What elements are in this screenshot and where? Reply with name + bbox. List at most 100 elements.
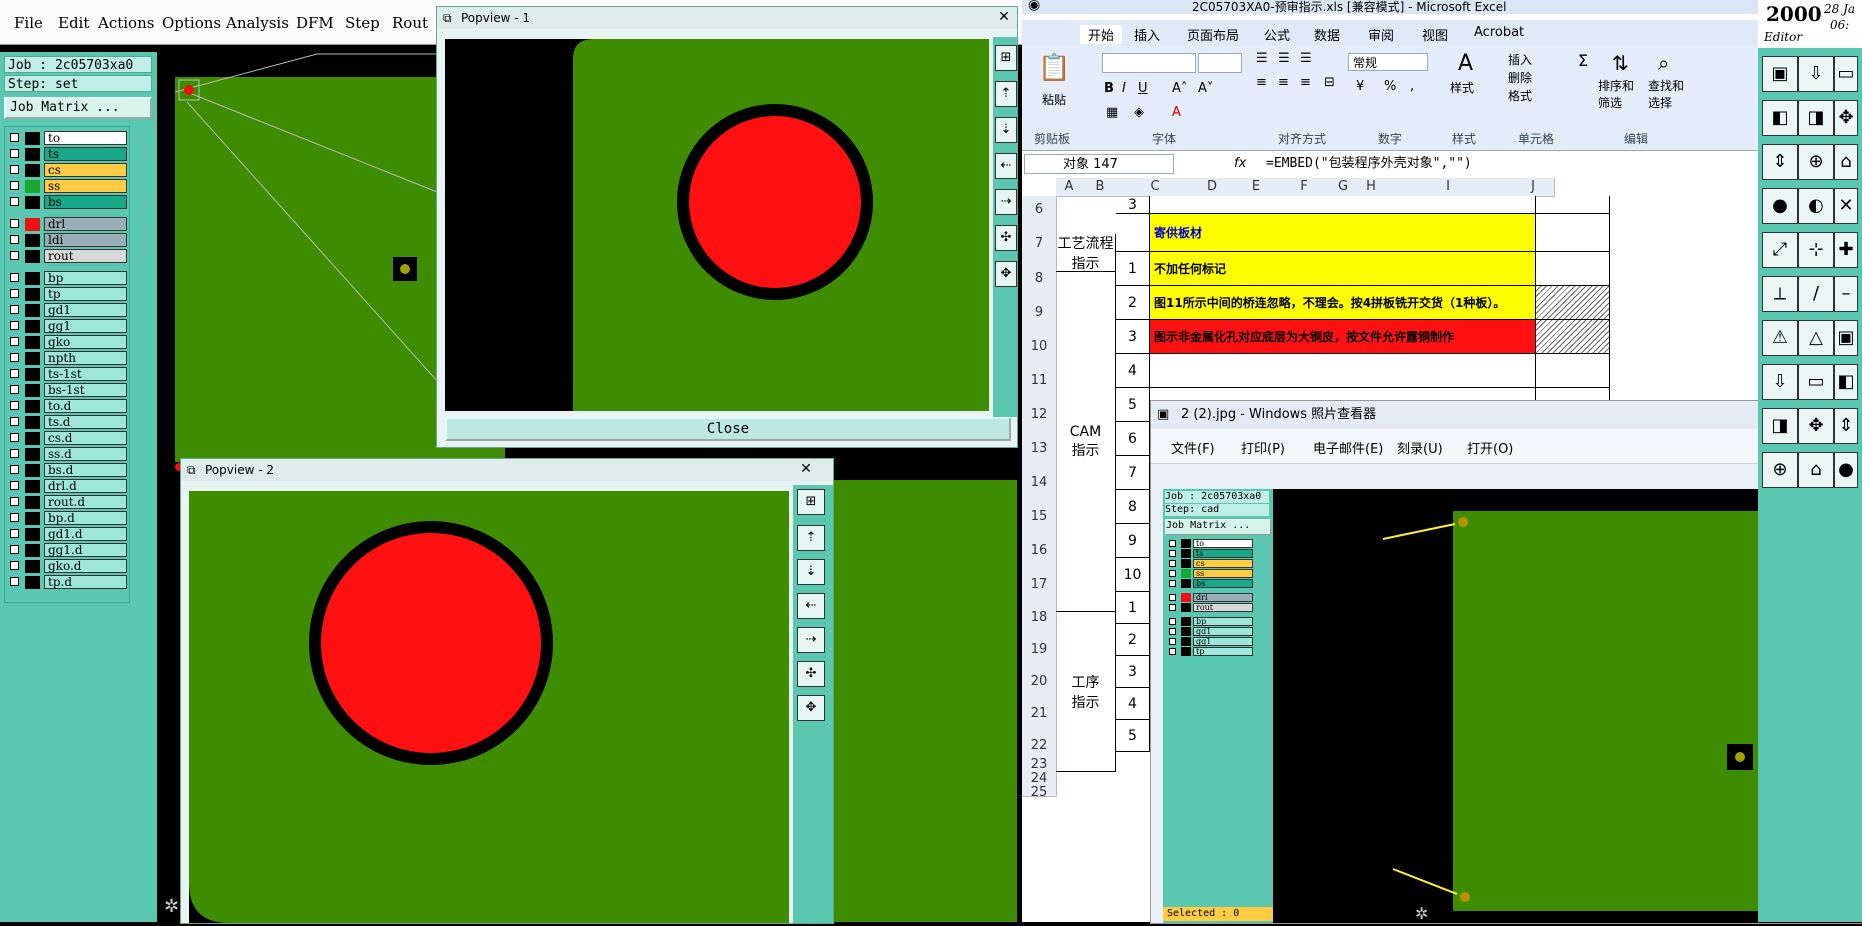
- pan-down-icon[interactable]: ⇣: [995, 117, 1017, 143]
- layer-row-gd1[interactable]: gd1: [7, 303, 127, 318]
- layer-color-swatch[interactable]: [25, 352, 40, 365]
- layer-color-swatch[interactable]: [25, 196, 40, 209]
- layer-name[interactable]: bs: [44, 195, 127, 209]
- cell-image-placeholder[interactable]: [1536, 286, 1610, 320]
- row-header[interactable]: 8: [1022, 252, 1057, 287]
- snap-icon[interactable]: ✕: [1834, 188, 1858, 224]
- cell-step-number[interactable]: [1116, 214, 1150, 252]
- layer-row-cs[interactable]: cs: [7, 163, 127, 178]
- tab-data[interactable]: 数据: [1314, 25, 1340, 44]
- column-header[interactable]: D: [1192, 178, 1233, 197]
- layer-color-swatch[interactable]: [25, 480, 40, 493]
- warning-icon[interactable]: ⚠: [1762, 320, 1798, 356]
- pin-icon[interactable]: ◐: [1798, 188, 1834, 224]
- sort-filter-label[interactable]: 排序和 筛选: [1598, 77, 1634, 111]
- column-header[interactable]: C: [1118, 178, 1193, 197]
- layer-row-ts-d[interactable]: ts.d: [7, 415, 127, 430]
- cell-image-placeholder[interactable]: [1536, 354, 1610, 388]
- cell-instruction[interactable]: 图示非金属化孔对应底层为大铜皮，按文件允许露铜制作: [1150, 320, 1536, 354]
- row-header[interactable]: 11: [1022, 354, 1057, 389]
- zoom-in-icon[interactable]: ✣: [995, 225, 1017, 251]
- layer-name[interactable]: npth: [44, 351, 127, 365]
- layer-row-gg1-d[interactable]: gg1.d: [7, 543, 127, 558]
- sort-filter-icon[interactable]: ⇅: [1612, 51, 1629, 75]
- layer-name[interactable]: gg1: [44, 319, 127, 333]
- arrow-right-icon[interactable]: ◨: [1798, 100, 1834, 136]
- layer-name[interactable]: ts.d: [44, 415, 127, 429]
- layer-color-swatch[interactable]: [25, 250, 40, 263]
- rect-tool-icon[interactable]: ▣: [1762, 56, 1798, 92]
- cut-icon[interactable]: ⊹: [1798, 232, 1834, 268]
- close-button[interactable]: Close: [445, 417, 1011, 441]
- tab-review[interactable]: 审阅: [1368, 25, 1394, 44]
- styles-icon[interactable]: A: [1458, 51, 1473, 76]
- menu-options[interactable]: Options: [162, 14, 221, 32]
- viewer-menu-print[interactable]: 打印(P): [1241, 438, 1285, 457]
- layer-name[interactable]: ts-1st: [44, 367, 127, 381]
- cell-step-number[interactable]: 5: [1116, 720, 1150, 752]
- row-header[interactable]: 12: [1022, 388, 1057, 423]
- column-header[interactable]: I: [1384, 178, 1513, 197]
- menu-file[interactable]: File: [14, 14, 43, 32]
- viewer-titlebar[interactable]: ▣ 2 (2).jpg - Windows 照片查看器 ▭ ▢: [1151, 401, 1862, 429]
- viewer-menu-file[interactable]: 文件(F): [1171, 438, 1215, 457]
- layer-checkbox[interactable]: [10, 577, 19, 586]
- layer-name[interactable]: drl.d: [44, 479, 127, 493]
- row-header[interactable]: 14: [1022, 456, 1057, 491]
- insert-cells[interactable]: 插入: [1508, 51, 1532, 68]
- function-icon[interactable]: fx: [1234, 156, 1246, 171]
- select-icon[interactable]: ⌂: [1798, 452, 1834, 488]
- row-header[interactable]: 9: [1022, 286, 1057, 321]
- tab-insert[interactable]: 插入: [1134, 25, 1160, 44]
- autosum-icon[interactable]: Σ: [1578, 51, 1588, 70]
- layer-checkbox[interactable]: [10, 417, 19, 426]
- arrow-left-icon[interactable]: ◧: [1762, 100, 1798, 136]
- layer-row-gg1[interactable]: gg1: [7, 319, 127, 334]
- job-matrix-button[interactable]: Job Matrix ...: [4, 97, 152, 119]
- layer-color-swatch[interactable]: [25, 164, 40, 177]
- menu-dfm[interactable]: DFM: [296, 14, 334, 32]
- row-header[interactable]: 16: [1022, 524, 1057, 559]
- layer-name[interactable]: tp: [44, 287, 127, 301]
- layer-color-swatch[interactable]: [25, 416, 40, 429]
- row-header[interactable]: 22: [1022, 720, 1057, 753]
- pan-up-icon[interactable]: ⇡: [995, 81, 1017, 107]
- center-icon[interactable]: ⊕: [1762, 452, 1798, 488]
- rotate-icon[interactable]: ✚: [1834, 232, 1858, 268]
- layer-checkbox[interactable]: [10, 337, 19, 346]
- layer-color-swatch[interactable]: [25, 560, 40, 573]
- layer-row-gko-d[interactable]: gko.d: [7, 559, 127, 574]
- layer-color-swatch[interactable]: [25, 304, 40, 317]
- zoom-in-icon[interactable]: ✣: [797, 661, 825, 687]
- line-tool-icon[interactable]: ▭: [1798, 364, 1834, 400]
- comma-icon[interactable]: ,: [1410, 79, 1414, 94]
- layer-name[interactable]: to.d: [44, 399, 127, 413]
- layer-color-swatch[interactable]: [25, 432, 40, 445]
- cell-instruction[interactable]: 不加任何标记: [1150, 252, 1536, 286]
- layer-checkbox[interactable]: [10, 401, 19, 410]
- layer-checkbox[interactable]: [10, 181, 19, 190]
- layer-checkbox[interactable]: [10, 289, 19, 298]
- layer-checkbox[interactable]: [10, 197, 19, 206]
- layer-color-swatch[interactable]: [25, 448, 40, 461]
- shrink-font-icon[interactable]: A˅: [1198, 81, 1213, 96]
- tab-formulas[interactable]: 公式: [1264, 25, 1290, 44]
- close-icon[interactable]: ✕: [797, 461, 815, 477]
- cell-section-label[interactable]: CAM 指示: [1056, 272, 1116, 612]
- move-tool-icon[interactable]: ⇩: [1762, 364, 1798, 400]
- layer-name[interactable]: cs.d: [44, 431, 127, 445]
- pan-right-icon[interactable]: ⇢: [995, 189, 1017, 215]
- cell-step-number[interactable]: 2: [1116, 286, 1150, 320]
- merge-center-icon[interactable]: ⊟: [1324, 75, 1335, 90]
- layer-color-swatch[interactable]: [25, 288, 40, 301]
- row-header[interactable]: 15: [1022, 490, 1057, 525]
- layer-row-cs-d[interactable]: cs.d: [7, 431, 127, 446]
- row-header[interactable]: 17: [1022, 558, 1057, 593]
- layer-row-to[interactable]: to: [7, 131, 127, 146]
- cell-instruction[interactable]: [1150, 196, 1536, 214]
- pan-right-icon[interactable]: ⇢: [797, 627, 825, 653]
- align-center-icon[interactable]: ≡: [1278, 75, 1289, 90]
- layer-color-swatch[interactable]: [25, 148, 40, 161]
- column-header[interactable]: F: [1280, 178, 1329, 197]
- zoom-fit-icon[interactable]: ⊞: [797, 489, 825, 515]
